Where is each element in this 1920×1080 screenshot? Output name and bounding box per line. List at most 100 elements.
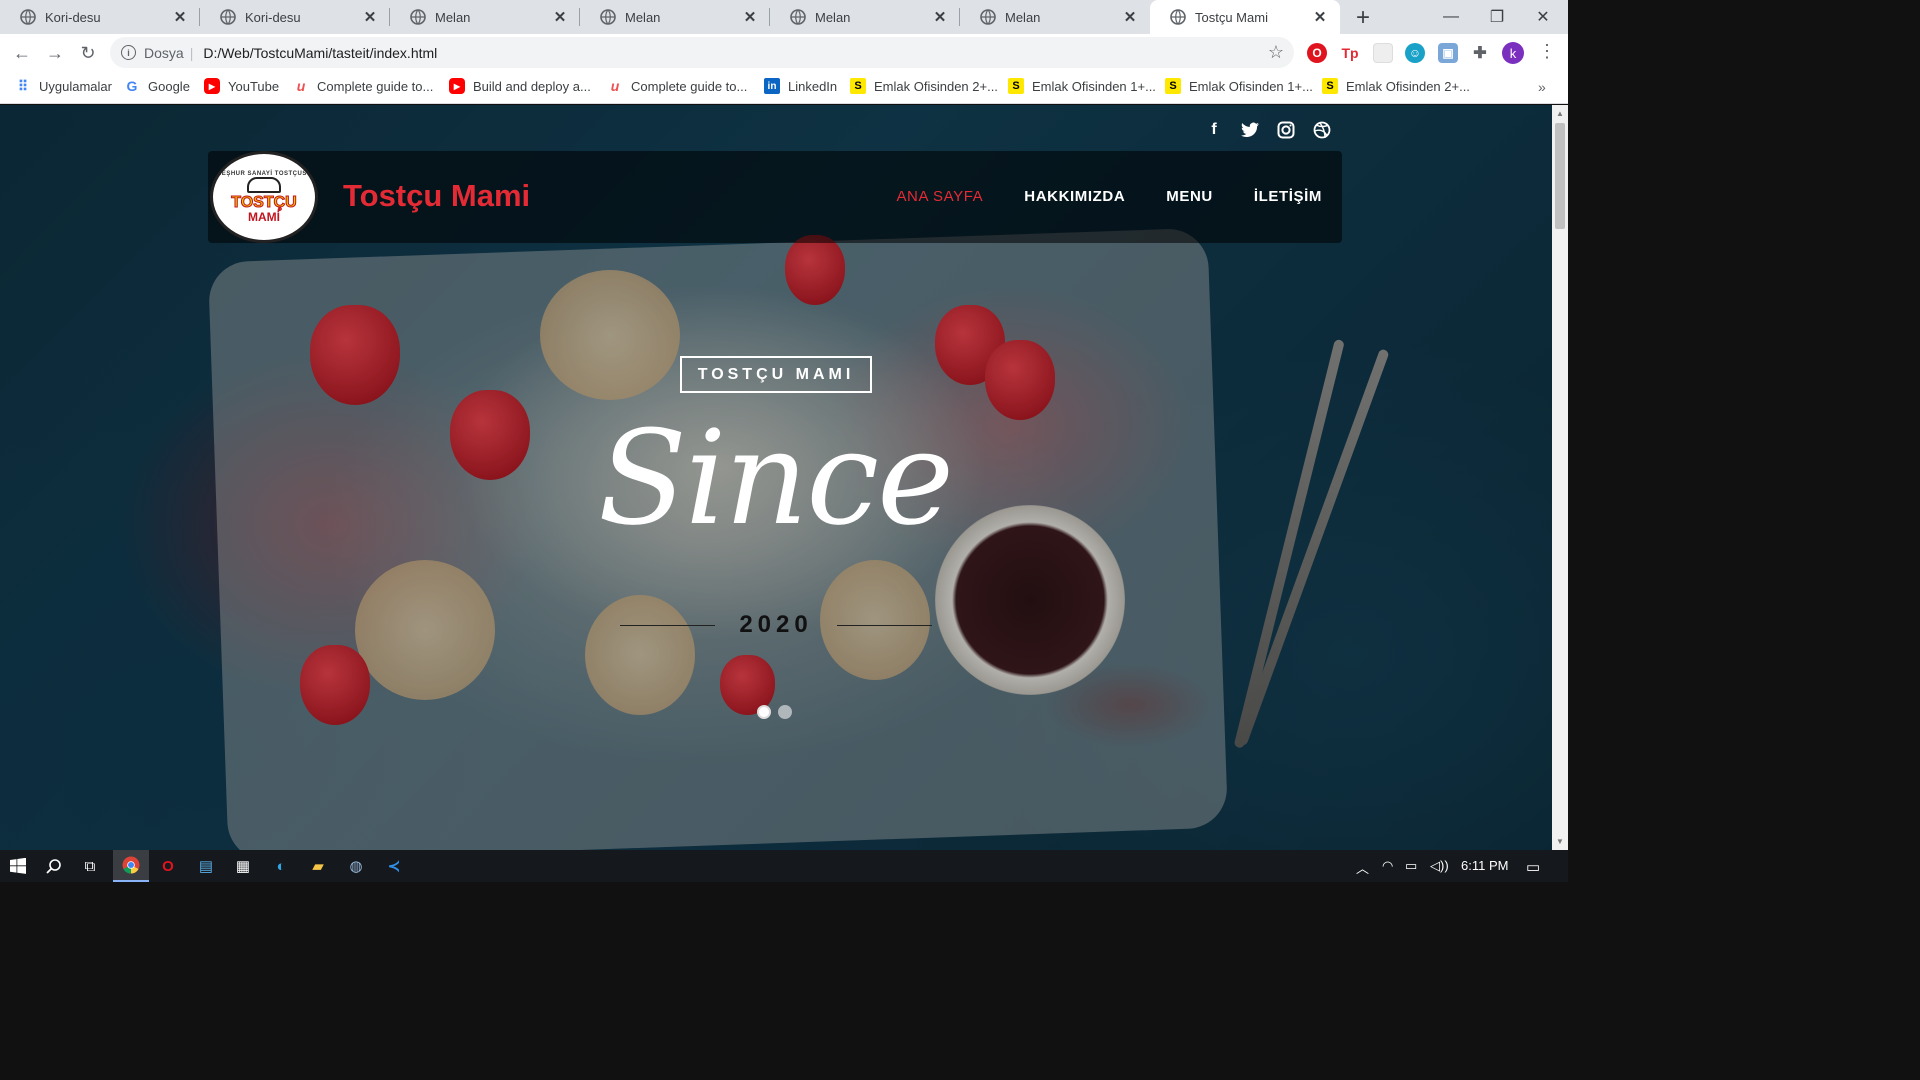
puzzle-icon[interactable]: ✚	[1470, 43, 1490, 63]
bookmark-label: Uygulamalar	[39, 78, 112, 94]
clock[interactable]: 6:11 PM	[1461, 858, 1508, 873]
bookmark-item[interactable]: ▶ YouTube	[204, 78, 279, 94]
bookmark-item[interactable]: in LinkedIn	[764, 78, 837, 94]
nav-about[interactable]: HAKKIMIZDA	[1024, 188, 1125, 205]
bookmark-item[interactable]: S Emlak Ofisinden 1+...	[1008, 78, 1156, 94]
notification-icon[interactable]: ▭	[1526, 858, 1540, 876]
close-window-button[interactable]: ✕	[1520, 0, 1566, 34]
hero-year-row: 2020	[620, 608, 933, 642]
screenshot-extension-icon[interactable]: ▣	[1438, 43, 1458, 63]
logo-word-2: MAMİ	[248, 210, 280, 224]
nav-home[interactable]: ANA SAYFA	[896, 188, 983, 205]
twitter-icon[interactable]	[1239, 119, 1261, 141]
close-icon[interactable]: ✕	[1312, 8, 1328, 26]
bookmark-item[interactable]: ⠿ Uygulamalar	[15, 78, 112, 94]
forward-button[interactable]: →	[42, 40, 68, 66]
bookmark-label: Build and deploy a...	[473, 78, 591, 94]
back-button[interactable]: ←	[9, 40, 35, 66]
globe-icon	[410, 9, 426, 25]
slider-dot[interactable]	[778, 705, 792, 719]
search-icon[interactable]	[36, 850, 72, 882]
volume-icon[interactable]: ◁))	[1430, 858, 1449, 874]
info-icon[interactable]: i	[121, 45, 136, 60]
app-icon[interactable]: ◍	[338, 850, 374, 882]
bookmark-item[interactable]: u Complete guide to...	[607, 78, 748, 94]
edge-icon[interactable]: ◐	[263, 850, 299, 882]
chrome-icon[interactable]	[113, 850, 149, 882]
extension-icon[interactable]	[1373, 43, 1393, 63]
bookmark-item[interactable]: S Emlak Ofisinden 2+...	[850, 78, 998, 94]
tab-label: Melan	[625, 9, 661, 25]
tab-label: Melan	[815, 9, 851, 25]
close-icon[interactable]: ✕	[1122, 8, 1138, 26]
nav-menu[interactable]: MENU	[1166, 188, 1213, 205]
bookmark-item[interactable]: u Complete guide to...	[293, 78, 434, 94]
scroll-down-icon[interactable]: ▼	[1556, 837, 1564, 846]
chevron-up-icon[interactable]: ︿	[1356, 858, 1369, 877]
calculator-icon[interactable]: ▦	[225, 850, 261, 882]
avatar[interactable]: k	[1502, 42, 1524, 64]
facebook-icon[interactable]: f	[1203, 119, 1225, 141]
grammar-extension-icon[interactable]: ☺	[1405, 43, 1425, 63]
opera-icon[interactable]: O	[150, 850, 186, 882]
dribbble-icon[interactable]	[1311, 119, 1333, 141]
tab-active[interactable]: Tostçu Mami ✕	[1150, 0, 1340, 34]
address-scheme: Dosya	[144, 44, 184, 61]
close-icon[interactable]: ✕	[172, 8, 188, 26]
site-logo[interactable]: MEŞHUR SANAYİ TOSTÇUSU TOSTÇU MAMİ	[210, 151, 318, 243]
tab[interactable]: Melan ✕	[390, 0, 580, 34]
tab[interactable]: Melan ✕	[580, 0, 770, 34]
udemy-icon: u	[610, 78, 620, 94]
tab-label: Kori-desu	[45, 9, 101, 25]
page-scrollbar[interactable]: ▲ ▼	[1552, 105, 1568, 850]
bookmark-item[interactable]: G Google	[124, 78, 190, 94]
globe-icon	[980, 9, 996, 25]
tab-label: Melan	[1005, 9, 1041, 25]
tab[interactable]: Melan ✕	[770, 0, 960, 34]
close-icon[interactable]: ✕	[932, 8, 948, 26]
tab[interactable]: Melan ✕	[960, 0, 1150, 34]
tab[interactable]: Kori-desu ✕	[0, 0, 200, 34]
address-bar[interactable]: i Dosya | D:/Web/TostcuMami/tasteit/inde…	[110, 37, 1294, 68]
minimize-button[interactable]: —	[1428, 0, 1474, 34]
close-icon[interactable]: ✕	[362, 8, 378, 26]
windows-start-icon[interactable]	[0, 850, 36, 882]
youtube-icon: ▶	[449, 78, 465, 94]
menu-kebab-icon[interactable]: ⋮	[1538, 41, 1556, 62]
bookmark-star-icon[interactable]: ☆	[1268, 42, 1284, 63]
tab[interactable]: Kori-desu ✕	[200, 0, 390, 34]
battery-icon[interactable]: ▭	[1405, 858, 1417, 874]
nav-contact[interactable]: İLETİŞİM	[1254, 188, 1322, 205]
page-viewport: f MEŞHUR SANAYİ TOSTÇUSU TOSTÇU MAMİ Tos…	[0, 105, 1552, 850]
hero-script-title: Since	[597, 402, 954, 554]
google-icon: G	[126, 78, 138, 94]
new-tab-button[interactable]: +	[1350, 4, 1376, 32]
sahibinden-icon: S	[850, 78, 866, 94]
explorer-app-icon[interactable]: ▤	[188, 850, 224, 882]
close-icon[interactable]: ✕	[742, 8, 758, 26]
hero-tag: TOSTÇU MAMI	[680, 356, 872, 393]
scroll-up-icon[interactable]: ▲	[1556, 109, 1564, 118]
globe-icon	[600, 9, 616, 25]
task-view-icon[interactable]: ⧉	[72, 850, 108, 882]
site-brand[interactable]: Tostçu Mami	[343, 178, 530, 214]
folder-icon[interactable]: ▰	[300, 850, 336, 882]
close-icon[interactable]: ✕	[552, 8, 568, 26]
slider-dot-active[interactable]	[757, 705, 771, 719]
reload-button[interactable]: ↻	[75, 40, 101, 66]
wifi-icon[interactable]: ◠	[1382, 858, 1393, 874]
opera-icon[interactable]: O	[1307, 43, 1327, 63]
sahibinden-icon: S	[1322, 78, 1338, 94]
tab-label: Kori-desu	[245, 9, 301, 25]
divider-line	[620, 624, 716, 626]
bookmark-item[interactable]: ▶ Build and deploy a...	[449, 78, 591, 94]
tp-extension-icon[interactable]: Tp	[1340, 43, 1360, 63]
address-url: D:/Web/TostcuMami/tasteit/index.html	[203, 44, 438, 61]
instagram-icon[interactable]	[1275, 119, 1297, 141]
bookmark-item[interactable]: S Emlak Ofisinden 2+...	[1322, 78, 1470, 94]
vscode-icon[interactable]: ≺	[376, 850, 412, 882]
restore-button[interactable]: ❐	[1474, 0, 1520, 34]
more-bookmarks-icon[interactable]: »	[1538, 79, 1546, 95]
scrollbar-thumb[interactable]	[1555, 123, 1565, 229]
bookmark-item[interactable]: S Emlak Ofisinden 1+...	[1165, 78, 1313, 94]
